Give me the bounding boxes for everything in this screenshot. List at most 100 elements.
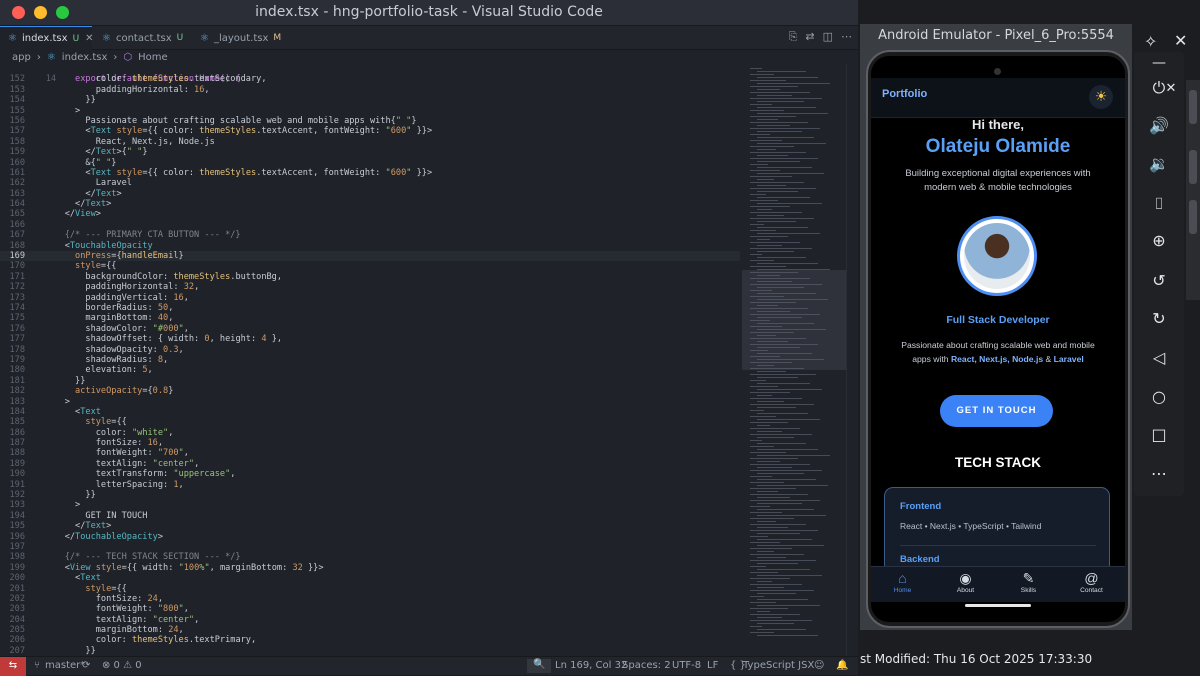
code-line[interactable]: 174 borderRadius: 50, [0,303,740,313]
rotate-right-icon[interactable]: ↻ [1134,308,1184,330]
code-line[interactable]: 159 </Text>{" "} [0,147,740,157]
code-line[interactable]: 192 }} [0,490,740,500]
code-line[interactable]: 198 {/* --- TECH STACK SECTION --- */} [0,552,740,562]
code-line[interactable]: 170 style={{ [0,261,740,271]
back-icon[interactable]: ◁ [1134,347,1184,369]
code-line[interactable]: 155 > [0,106,740,116]
phone-screen[interactable]: Portfolio ☀ Hi there, Olateju Olamide Bu… [871,56,1125,622]
code-line[interactable]: 200 <Text [0,573,740,583]
tab-contact-tsx[interactable]: ⚛ contact.tsx U [94,26,190,50]
close-icon[interactable]: ✕ [1174,31,1187,50]
code-line[interactable]: 195 </Text> [0,521,740,531]
code-line[interactable]: 205 marginBottom: 24, [0,625,740,635]
notifications-icon[interactable]: 🔔 [836,660,848,671]
breadcrumb-symbol[interactable]: Home [138,52,168,63]
breadcrumb-folder[interactable]: app [12,52,31,63]
code-line[interactable]: 187 fontSize: 16, [0,438,740,448]
code-line[interactable]: 201 style={{ [0,584,740,594]
code-line[interactable]: 165 </View> [0,209,740,219]
zoom-icon[interactable]: ⊕ [1134,230,1184,252]
code-line[interactable]: 194 GET IN TOUCH [0,511,740,521]
code-line[interactable]: 175 marginBottom: 40, [0,313,740,323]
code-line[interactable]: 160 &{" "} [0,158,740,168]
git-branch-icon[interactable]: ⑂ [34,660,40,671]
code-line[interactable]: 184 <Text [0,407,740,417]
code-line[interactable]: 164 </Text> [0,199,740,209]
code-line[interactable]: 176 shadowColor: "#000", [0,324,740,334]
nav-contact[interactable]: @ Contact [1060,569,1123,594]
code-line[interactable]: 166 [0,220,740,230]
volume-down-icon[interactable]: 🔉 [1134,153,1184,175]
split-editor-icon[interactable]: ◫ [823,30,833,44]
zoom-icon[interactable]: 🔍 [527,659,552,673]
sticky-scroll-line[interactable]: 14 export default function Home() { [0,64,740,84]
code-line[interactable]: 203 fontWeight: "800", [0,604,740,614]
code-line[interactable]: 161 <Text style={{ color: themeStyles.te… [0,168,740,178]
tab-layout-tsx[interactable]: ⚛ _layout.tsx M [192,26,292,50]
sun-icon[interactable]: ☀ [1089,85,1113,109]
code-line[interactable]: 177 shadowOffset: { width: 0, height: 4 … [0,334,740,344]
more-actions-icon[interactable]: ⋯ [841,30,852,44]
encoding[interactable]: UTF-8 [672,660,701,671]
code-line[interactable]: 167 {/* --- PRIMARY CTA BUTTON --- */} [0,230,740,240]
pin-icon[interactable]: ✧ [1144,32,1157,51]
code-line[interactable]: 199 <View style={{ width: "100%", margin… [0,563,740,573]
problems-count[interactable]: ⊗ 0 ⚠ 0 [102,660,142,671]
close-tab-icon[interactable]: ✕ [85,33,93,44]
minimize-icon[interactable]: — [1134,52,1184,74]
home-indicator[interactable] [965,604,1031,607]
more-icon[interactable]: ⋯ [1134,463,1184,485]
code-line[interactable]: 181 }} [0,376,740,386]
code-line[interactable]: 207 }} [0,646,740,656]
sync-icon[interactable]: ⟳ [82,660,90,671]
code-line[interactable]: 190 textTransform: "uppercase", [0,469,740,479]
code-line[interactable]: 183 > [0,397,740,407]
code-line[interactable]: 152 color: themeStyles.textSecondary, [0,74,740,84]
tab-index-tsx[interactable]: ⚛ index.tsx U ✕ [0,26,94,50]
volume-up-icon[interactable]: 🔊 [1134,115,1184,137]
copilot-icon[interactable]: ☺ [814,660,824,671]
breadcrumb-file[interactable]: index.tsx [62,52,108,63]
git-branch[interactable]: master* [45,660,85,671]
nav-about[interactable]: ◉ About [934,569,997,594]
code-line[interactable]: 171 backgroundColor: themeStyles.buttonB… [0,272,740,282]
code-line[interactable]: 157 <Text style={{ color: themeStyles.te… [0,126,740,136]
code-line[interactable]: 169 onPress={handleEmail} [0,251,740,262]
language-mode[interactable]: TypeScript JSX [743,660,814,671]
code-line[interactable]: 179 shadowRadius: 8, [0,355,740,365]
remote-indicator-icon[interactable]: ⇆ [0,657,26,676]
code-line[interactable]: 196 </TouchableOpacity> [0,532,740,542]
code-line[interactable]: 186 color: "white", [0,428,740,438]
overview-icon[interactable]: □ [1134,424,1184,446]
code-line[interactable]: 185 style={{ [0,417,740,427]
camera-icon[interactable]: ⌷ [1134,193,1184,215]
code-line[interactable]: 180 elevation: 5, [0,365,740,375]
code-line[interactable]: 163 </Text> [0,189,740,199]
power-icon[interactable]: ⏻ [1134,77,1184,99]
nav-home[interactable]: ⌂ Home [871,569,934,594]
nav-skills[interactable]: ✎ Skills [997,569,1060,594]
rotate-left-icon[interactable]: ↺ [1134,270,1184,292]
cursor-position[interactable]: Ln 169, Col 32 [555,660,627,671]
code-line[interactable]: 189 textAlign: "center", [0,459,740,469]
code-line[interactable]: 172 paddingHorizontal: 32, [0,282,740,292]
code-line[interactable]: 168 <TouchableOpacity [0,241,740,251]
code-line[interactable]: 202 fontSize: 24, [0,594,740,604]
code-line[interactable]: 178 shadowOpacity: 0.3, [0,345,740,355]
indentation[interactable]: Spaces: 2 [622,660,671,671]
code-line[interactable]: 206 color: themeStyles.textPrimary, [0,635,740,645]
code-line[interactable]: 154 }} [0,95,740,105]
compare-icon[interactable]: ⇄ [805,30,814,44]
code-line[interactable]: 162 Laravel [0,178,740,188]
home-icon[interactable]: ○ [1134,386,1184,408]
code-line[interactable]: 204 textAlign: "center", [0,615,740,625]
code-line[interactable]: 156 Passionate about crafting scalable w… [0,116,740,126]
code-line[interactable]: 188 fontWeight: "700", [0,448,740,458]
editor-scrollbar[interactable] [846,64,858,656]
minimap[interactable] [742,64,846,656]
code-line[interactable]: 153 paddingHorizontal: 16, [0,85,740,95]
open-preview-icon[interactable]: ⎘ [789,30,798,44]
code-line[interactable]: 191 letterSpacing: 1, [0,480,740,490]
code-editor[interactable]: 14 export default function Home() { 152 c… [0,64,740,656]
code-line[interactable]: 197 [0,542,740,552]
